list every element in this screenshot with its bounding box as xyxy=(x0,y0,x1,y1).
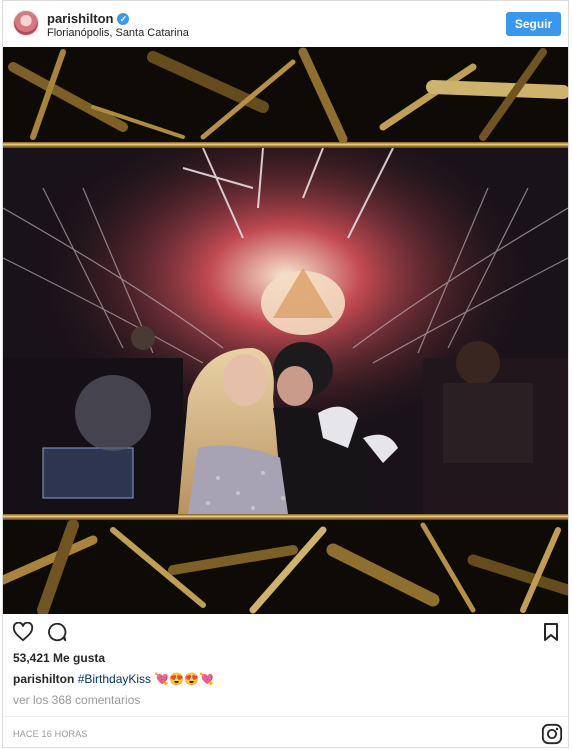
post-header: parishilton ✓ Florianópolis, Santa Catar… xyxy=(3,1,568,47)
comment-bubble-icon[interactable] xyxy=(43,615,71,649)
bookmark-icon[interactable] xyxy=(537,615,565,649)
caption-hashtag[interactable]: #BirthdayKiss xyxy=(78,672,151,686)
photo-dj-booth xyxy=(3,148,568,514)
gold-brush-pattern-bottom xyxy=(3,520,568,614)
view-comments-link[interactable]: ver los 368 comentarios xyxy=(13,693,140,707)
photo xyxy=(3,148,568,514)
gold-brush-pattern-top xyxy=(3,47,568,142)
heart-outline-icon[interactable] xyxy=(9,615,37,649)
divider xyxy=(3,716,568,717)
username-link[interactable]: parishilton xyxy=(47,11,113,26)
caption-username[interactable]: parishilton xyxy=(13,672,74,686)
caption-emojis: 💘😍😍💘 xyxy=(154,672,215,686)
avatar[interactable] xyxy=(13,10,39,36)
timestamp[interactable]: HACE 16 HORAS xyxy=(13,729,88,739)
post-actions xyxy=(3,615,568,649)
instagram-post: parishilton ✓ Florianópolis, Santa Catar… xyxy=(2,0,569,748)
likes-count[interactable]: 53,421 Me gusta xyxy=(13,651,105,665)
caption: parishilton #BirthdayKiss 💘😍😍💘 xyxy=(13,672,214,686)
instagram-logo-icon[interactable] xyxy=(541,723,563,745)
location-link[interactable]: Florianópolis, Santa Catarina xyxy=(47,27,189,39)
follow-button[interactable]: Seguir xyxy=(506,12,561,36)
username-row: parishilton ✓ xyxy=(47,11,130,26)
verified-badge-icon: ✓ xyxy=(117,12,130,25)
post-media[interactable] xyxy=(3,47,568,614)
